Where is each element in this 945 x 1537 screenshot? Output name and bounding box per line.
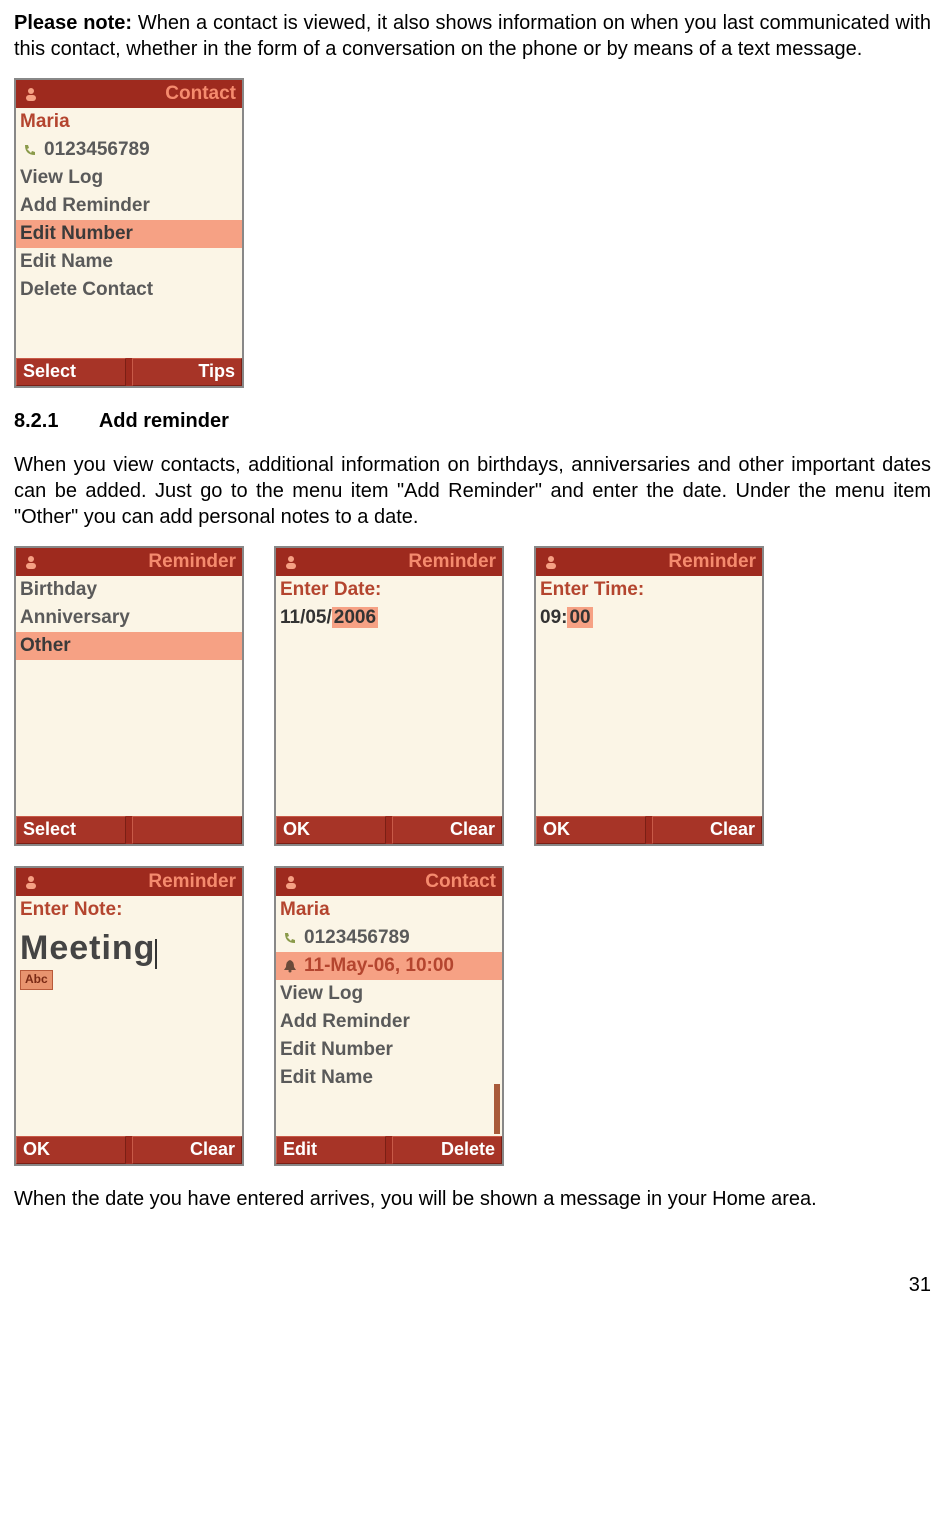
softkey-left[interactable]: OK (276, 816, 386, 844)
screen-title: Reminder (44, 870, 236, 895)
person-icon (22, 85, 40, 103)
menu-edit-number[interactable]: Edit Number (276, 1036, 502, 1064)
time-highlight: 00 (567, 607, 592, 628)
reminder-note-screen: Reminder Enter Note: Meeting Abc OK Clea… (14, 866, 244, 1166)
screen-title: Contact (304, 870, 496, 895)
time-value-row[interactable]: 09:00 (536, 604, 762, 632)
person-icon (282, 553, 300, 571)
softkey-bar: OK Clear (276, 816, 502, 844)
softkey-left[interactable]: OK (16, 1136, 126, 1164)
reminder-time-screen: Reminder Enter Time: 09:00 OK Clear (534, 546, 764, 846)
softkey-right[interactable]: Clear (132, 1136, 242, 1164)
softkey-left[interactable]: Edit (276, 1136, 386, 1164)
softkey-right[interactable]: Tips (132, 358, 242, 386)
screen-title-bar: Contact (16, 80, 242, 108)
contact-screen-2: Contact Maria 0123456789 11-May-06, 10:0… (274, 866, 504, 1166)
intro-bold: Please note: (14, 12, 132, 34)
reminder-other[interactable]: Other (16, 632, 242, 660)
contact-name: Maria (276, 896, 502, 924)
section-paragraph: When you view contacts, additional infor… (14, 452, 931, 530)
screen-title-bar: Reminder (16, 868, 242, 896)
closing-paragraph: When the date you have entered arrives, … (14, 1186, 931, 1212)
reminder-row[interactable]: 11-May-06, 10:00 (276, 952, 502, 980)
input-mode-badge: Abc (20, 970, 53, 990)
enter-time-label: Enter Time: (536, 576, 762, 604)
menu-add-reminder[interactable]: Add Reminder (276, 1008, 502, 1036)
screen-title-bar: Contact (276, 868, 502, 896)
menu-view-log[interactable]: View Log (276, 980, 502, 1008)
screen-title-bar: Reminder (536, 548, 762, 576)
screen-title-bar: Reminder (276, 548, 502, 576)
screen-title: Reminder (304, 550, 496, 575)
date-prefix: 11/05/ (280, 607, 332, 628)
menu-delete-contact[interactable]: Delete Contact (16, 276, 242, 304)
softkey-left[interactable]: Select (16, 816, 126, 844)
contact-name: Maria (16, 108, 242, 136)
section-heading: 8.2.1 Add reminder (14, 408, 931, 434)
phone-icon (280, 928, 300, 948)
screen-title: Contact (44, 82, 236, 107)
softkey-right[interactable] (132, 816, 242, 844)
menu-add-reminder[interactable]: Add Reminder (16, 192, 242, 220)
note-value-row[interactable]: Meeting (16, 924, 242, 964)
person-icon (542, 553, 560, 571)
menu-edit-name[interactable]: Edit Name (16, 248, 242, 276)
menu-edit-number[interactable]: Edit Number (16, 220, 242, 248)
enter-date-label: Enter Date: (276, 576, 502, 604)
date-value-row[interactable]: 11/05/2006 (276, 604, 502, 632)
person-icon (22, 553, 40, 571)
person-icon (22, 873, 40, 891)
softkey-left[interactable]: OK (536, 816, 646, 844)
reminder-birthday[interactable]: Birthday (16, 576, 242, 604)
phone-icon (20, 140, 40, 160)
person-icon (282, 873, 300, 891)
menu-edit-name[interactable]: Edit Name (276, 1064, 502, 1092)
bell-icon (280, 956, 300, 976)
softkey-bar: OK Clear (536, 816, 762, 844)
contact-number: 0123456789 (44, 138, 150, 163)
page-number: 31 (14, 1272, 931, 1298)
time-prefix: 09: (540, 607, 567, 628)
softkey-bar: Select Tips (16, 358, 242, 386)
intro-paragraph: Please note: When a contact is viewed, i… (14, 10, 931, 62)
note-value: Meeting (20, 929, 155, 967)
screen-title: Reminder (44, 550, 236, 575)
scrollbar-hint (494, 1084, 500, 1134)
screen-title-bar: Reminder (16, 548, 242, 576)
contact-number: 0123456789 (304, 926, 410, 951)
input-mode-row: Abc (16, 964, 242, 993)
softkey-bar: Edit Delete (276, 1136, 502, 1164)
softkey-right[interactable]: Clear (652, 816, 762, 844)
reminder-list-screen: Reminder Birthday Anniversary Other Sele… (14, 546, 244, 846)
menu-view-log[interactable]: View Log (16, 164, 242, 192)
contact-number-row: 0123456789 (276, 924, 502, 952)
softkey-right[interactable]: Delete (392, 1136, 502, 1164)
screen-title: Reminder (564, 550, 756, 575)
reminder-date-screen: Reminder Enter Date: 11/05/2006 OK Clear (274, 546, 504, 846)
heading-title: Add reminder (99, 410, 229, 432)
intro-text: When a contact is viewed, it also shows … (14, 12, 931, 60)
enter-note-label: Enter Note: (16, 896, 242, 924)
reminder-anniversary[interactable]: Anniversary (16, 604, 242, 632)
reminder-text: 11-May-06, 10:00 (304, 954, 454, 979)
contact-screen-1: Contact Maria 0123456789 View Log Add Re… (14, 78, 244, 388)
heading-number: 8.2.1 (14, 408, 94, 434)
contact-number-row: 0123456789 (16, 136, 242, 164)
softkey-left[interactable]: Select (16, 358, 126, 386)
date-highlight: 2006 (332, 607, 378, 628)
softkey-bar: OK Clear (16, 1136, 242, 1164)
softkey-bar: Select (16, 816, 242, 844)
softkey-right[interactable]: Clear (392, 816, 502, 844)
